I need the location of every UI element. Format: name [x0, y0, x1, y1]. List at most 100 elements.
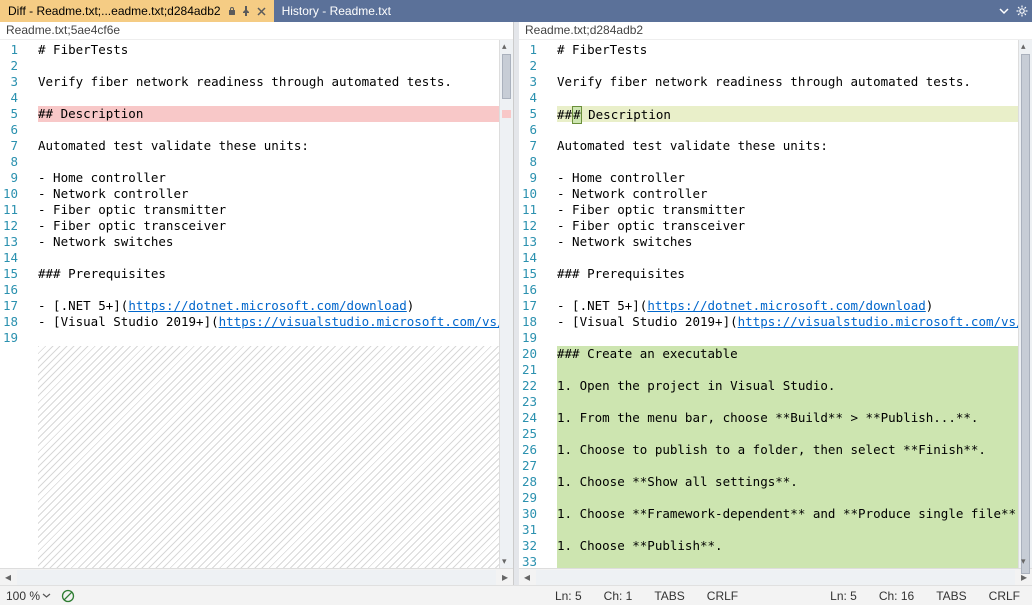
code-line: - Fiber optic transmitter — [38, 202, 499, 218]
code-line: - [Visual Studio 2019+](https://visualst… — [557, 314, 1018, 330]
code-line: - [Visual Studio 2019+](https://visualst… — [38, 314, 499, 330]
status-ln[interactable]: Ln: 5 — [549, 589, 588, 603]
window-position-icon[interactable] — [998, 5, 1010, 17]
chevron-down-icon[interactable] — [42, 591, 51, 600]
scroll-down-icon[interactable]: ▾ — [502, 556, 507, 567]
code-line: - Network switches — [557, 234, 1018, 250]
scroll-left-icon[interactable]: ◂ — [0, 570, 16, 585]
code-line — [38, 330, 499, 346]
code-line: ### Prerequisites — [38, 266, 499, 282]
hscroll-left[interactable]: ◂ ▸ — [0, 568, 513, 585]
code-line: ### Prerequisites — [557, 266, 1018, 282]
code-line: ## Description — [38, 106, 499, 122]
overview-ruler-right[interactable]: ▴ ▾ — [1018, 40, 1032, 568]
line-number: 18 — [519, 314, 545, 330]
code-line — [557, 282, 1018, 298]
scroll-right-icon[interactable]: ▸ — [497, 570, 513, 585]
line-number: 28 — [519, 474, 545, 490]
line-number: 3 — [519, 74, 545, 90]
line-number: 22 — [519, 378, 545, 394]
left-pane: Readme.txt;5ae4cf6e 12345678910111213141… — [0, 22, 514, 585]
code-line — [38, 90, 499, 106]
line-number: 18 — [0, 314, 26, 330]
tab-history[interactable]: History - Readme.txt — [274, 0, 399, 22]
hyperlink[interactable]: https://visualstudio.microsoft.com/vs/ — [738, 314, 1018, 329]
overview-ruler-left[interactable]: ▴ ▾ — [499, 40, 513, 568]
code-line: 1. Choose **Show all settings**. — [557, 474, 1018, 490]
code-line: Verify fiber network readiness through a… — [38, 74, 499, 90]
tab-diff[interactable]: Diff - Readme.txt;...eadme.txt;d284adb2 — [0, 0, 274, 22]
code-line: 1. Open the project in Visual Studio. — [557, 378, 1018, 394]
zoom-control[interactable]: 100 % — [6, 589, 51, 603]
status-eol[interactable]: CRLF — [701, 589, 744, 603]
status-bar: 100 % Ln: 5 Ch: 1 TABS CRLF Ln: 5 Ch: 16… — [0, 585, 1032, 605]
line-number: 9 — [0, 170, 26, 186]
scroll-track[interactable] — [536, 570, 1015, 585]
status-ch[interactable]: Ch: 1 — [598, 589, 639, 603]
scroll-up-icon[interactable]: ▴ — [1021, 41, 1026, 52]
line-number: 11 — [519, 202, 545, 218]
tab-label: Diff - Readme.txt;...eadme.txt;d284adb2 — [8, 4, 221, 18]
line-number: 14 — [0, 250, 26, 266]
status-indent[interactable]: TABS — [648, 589, 690, 603]
code-line: Automated test validate these units: — [38, 138, 499, 154]
code-line — [38, 282, 499, 298]
code-line: - [.NET 5+](https://dotnet.microsoft.com… — [557, 298, 1018, 314]
code-line — [38, 154, 499, 170]
status-indent-right[interactable]: TABS — [930, 589, 972, 603]
line-number: 27 — [519, 458, 545, 474]
line-number: 4 — [0, 90, 26, 106]
close-icon[interactable] — [257, 7, 266, 16]
code-line — [557, 458, 1018, 474]
line-number: 14 — [519, 250, 545, 266]
line-number: 16 — [519, 282, 545, 298]
hyperlink[interactable]: https://dotnet.microsoft.com/download — [128, 298, 406, 313]
code-line: # FiberTests — [38, 42, 499, 58]
line-number: 8 — [519, 154, 545, 170]
code-line — [557, 522, 1018, 538]
line-number: 26 — [519, 442, 545, 458]
gutter-left: 12345678910111213141516171819 — [0, 40, 34, 568]
code-line: - Fiber optic transceiver — [557, 218, 1018, 234]
code-line — [557, 90, 1018, 106]
line-number: 10 — [0, 186, 26, 202]
scroll-track[interactable] — [17, 570, 496, 585]
line-number: 11 — [0, 202, 26, 218]
line-number: 5 — [0, 106, 26, 122]
status-eol-right[interactable]: CRLF — [983, 589, 1026, 603]
pane-header-right: Readme.txt;d284adb2 — [519, 22, 1032, 40]
line-number: 15 — [519, 266, 545, 282]
scroll-left-icon[interactable]: ◂ — [519, 570, 535, 585]
gear-icon[interactable] — [1016, 5, 1028, 17]
pin-icon[interactable] — [241, 6, 251, 16]
status-ch-right[interactable]: Ch: 16 — [873, 589, 920, 603]
line-number: 17 — [0, 298, 26, 314]
line-number: 25 — [519, 426, 545, 442]
code-line — [557, 426, 1018, 442]
scroll-thumb[interactable] — [1021, 54, 1030, 574]
line-number: 2 — [519, 58, 545, 74]
line-number: 29 — [519, 490, 545, 506]
line-number: 13 — [519, 234, 545, 250]
code-right[interactable]: # FiberTestsVerify fiber network readine… — [553, 40, 1018, 568]
status-ln-right[interactable]: Ln: 5 — [824, 589, 863, 603]
no-issues-icon[interactable] — [61, 589, 75, 603]
scroll-down-icon[interactable]: ▾ — [1021, 556, 1026, 567]
code-line — [557, 554, 1018, 568]
code-left[interactable]: # FiberTests Verify fiber network readine… — [34, 40, 499, 568]
line-number: 20 — [519, 346, 545, 362]
hscroll-right[interactable]: ◂ ▸ — [519, 568, 1032, 585]
hyperlink[interactable]: https://visualstudio.microsoft.com/vs/ — [219, 314, 499, 329]
code-line — [557, 122, 1018, 138]
line-number: 23 — [519, 394, 545, 410]
line-number: 6 — [0, 122, 26, 138]
line-number: 19 — [519, 330, 545, 346]
line-number: 7 — [519, 138, 545, 154]
line-number: 17 — [519, 298, 545, 314]
hyperlink[interactable]: https://dotnet.microsoft.com/download — [647, 298, 925, 313]
scroll-up-icon[interactable]: ▴ — [502, 41, 507, 52]
missing-content-hatch — [38, 346, 499, 568]
scroll-thumb[interactable] — [502, 54, 511, 99]
code-line: Automated test validate these units: — [557, 138, 1018, 154]
gutter-right: 1234567891011121314151617181920212223242… — [519, 40, 553, 568]
